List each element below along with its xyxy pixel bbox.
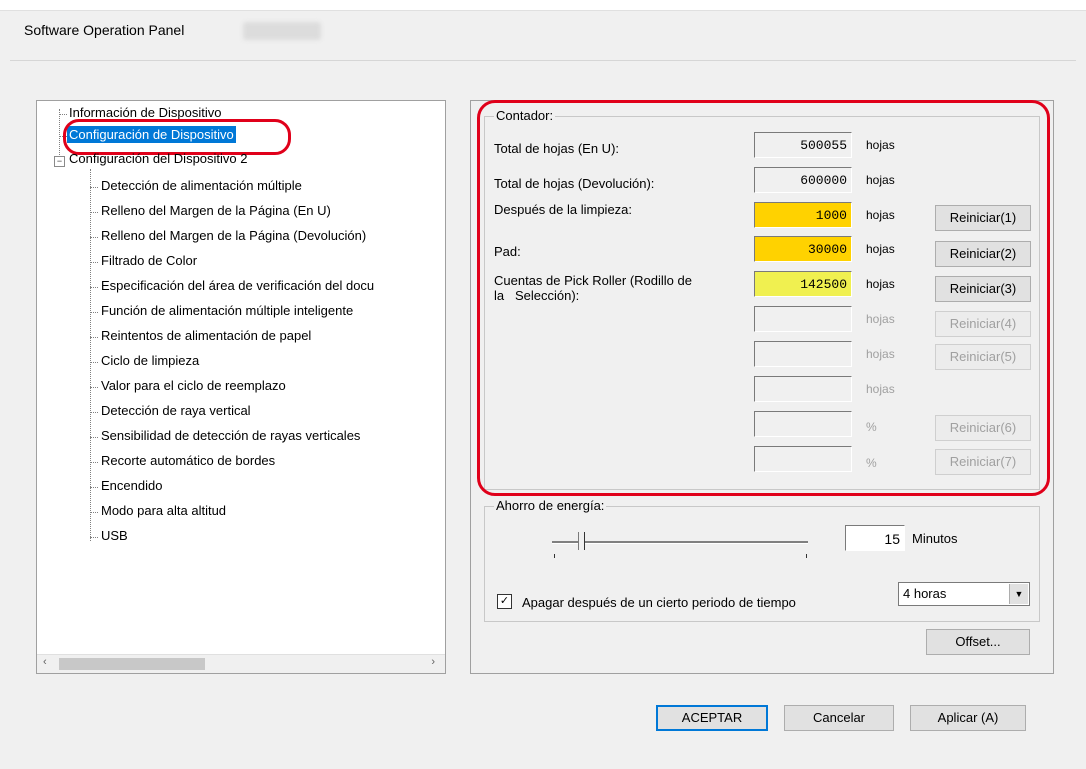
tree-item-cleaning-cycle[interactable]: Ciclo de limpieza	[101, 353, 199, 368]
collapse-icon[interactable]: −	[54, 156, 65, 167]
slider-tick-max	[806, 554, 807, 558]
settings-tree[interactable]: Información de Dispositivo Configuración…	[36, 100, 446, 674]
tree-root-line	[59, 109, 60, 161]
highlight-counter	[477, 100, 1050, 496]
sleep-slider-thumb[interactable]	[578, 532, 585, 550]
tree-item-streak-sensitivity[interactable]: Sensibilidad de detección de rayas verti…	[101, 428, 360, 443]
poweroff-hours-value: 4 horas	[903, 586, 947, 601]
highlight-device-config	[63, 119, 291, 155]
tree-child-line	[90, 169, 91, 541]
tree-item-paper-retries[interactable]: Reintentos de alimentación de papel	[101, 328, 311, 343]
tree-item-margin-u[interactable]: Relleno del Margen de la Página (En U)	[101, 203, 331, 218]
tree-item-replacement-cycle[interactable]: Valor para el ciclo de reemplazo	[101, 378, 286, 393]
poweroff-hours-select[interactable]: 4 horas ▼	[898, 582, 1030, 606]
offset-button[interactable]: Offset...	[926, 629, 1030, 655]
slider-tick-min	[554, 554, 555, 558]
poweroff-checkbox[interactable]: ✓	[497, 594, 512, 609]
tree-item-color-filter[interactable]: Filtrado de Color	[101, 253, 197, 268]
sleep-minutes-field[interactable]: 15	[845, 525, 905, 551]
poweroff-label: Apagar después de un cierto periodo de t…	[522, 595, 796, 610]
tree-item-high-altitude[interactable]: Modo para alta altitud	[101, 503, 226, 518]
minutes-label: Minutos	[912, 531, 958, 546]
window-top-border	[0, 0, 1086, 11]
tree-horizontal-scrollbar[interactable]: ‹ ›	[37, 654, 445, 673]
tree-item-smart-multifeed[interactable]: Función de alimentación múltiple intelig…	[101, 303, 353, 318]
ok-button[interactable]: ACEPTAR	[656, 705, 768, 731]
chevron-down-icon[interactable]: ▼	[1009, 584, 1028, 604]
energy-group-title: Ahorro de energía:	[494, 498, 607, 513]
cancel-button[interactable]: Cancelar	[784, 705, 894, 731]
tree-item-device-config-2[interactable]: Configuración del Dispositivo 2	[69, 151, 247, 166]
tree-item-check-area[interactable]: Especificación del área de verificación …	[101, 278, 374, 293]
title-separator	[10, 60, 1076, 61]
tree-item-margin-return[interactable]: Relleno del Margen de la Página (Devoluc…	[101, 228, 366, 243]
scroll-right-icon[interactable]: ›	[431, 656, 435, 668]
sleep-slider-track[interactable]	[552, 541, 808, 544]
tree-item-auto-crop[interactable]: Recorte automático de bordes	[101, 453, 275, 468]
tree-item-device-info[interactable]: Información de Dispositivo	[69, 105, 221, 120]
tree-item-vertical-streak[interactable]: Detección de raya vertical	[101, 403, 251, 418]
tree-item-usb[interactable]: USB	[101, 528, 128, 543]
apply-button[interactable]: Aplicar (A)	[910, 705, 1026, 731]
tree-item-power-on[interactable]: Encendido	[101, 478, 162, 493]
scroll-thumb[interactable]	[59, 658, 205, 670]
blurred-model-name	[243, 22, 321, 40]
window-title: Software Operation Panel	[24, 22, 185, 38]
tree-item-multifeed[interactable]: Detección de alimentación múltiple	[101, 178, 302, 193]
scroll-left-icon[interactable]: ‹	[43, 656, 47, 668]
